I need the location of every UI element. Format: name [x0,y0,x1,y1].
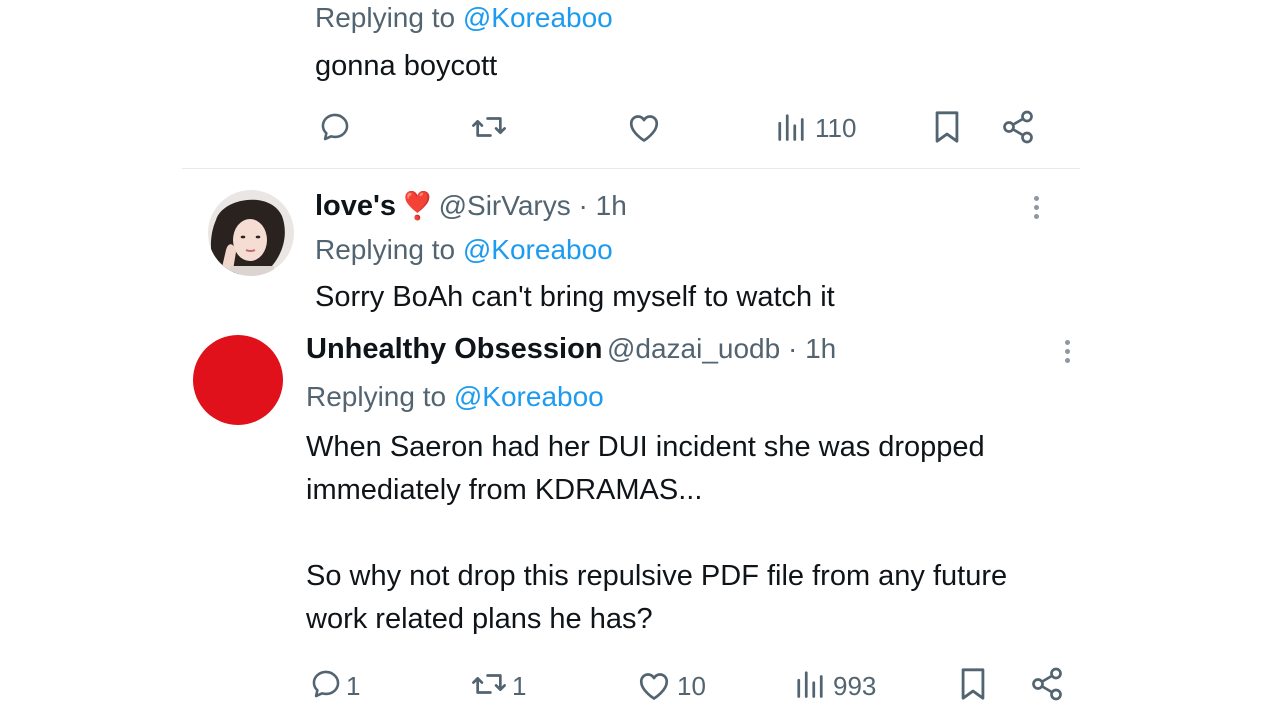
bookmark-icon[interactable] [958,667,988,701]
replying-to: Replying to @Koreaboo [315,2,613,33]
avatar[interactable] [193,335,283,425]
heart-emoji: ❣️ [400,191,435,221]
like-count: 10 [677,671,706,701]
views-icon[interactable] [795,669,825,699]
replying-to: Replying to @Koreaboo [315,234,613,265]
divider [182,168,1080,169]
display-name[interactable]: Unhealthy Obsession [306,333,603,365]
mention-link[interactable]: @Koreaboo [454,381,604,412]
timestamp[interactable]: · 1h [780,333,836,364]
avatar[interactable] [208,190,294,276]
reply-count: 1 [346,671,361,701]
repost-icon[interactable] [470,667,508,701]
tweet-header: Unhealthy Obsession @dazai_uodb · 1h [306,333,836,366]
views-icon[interactable] [776,112,806,142]
handle[interactable]: @dazai_uodb [607,333,780,364]
display-name[interactable]: love's [315,190,396,222]
tweet-text: gonna boycott [315,50,498,82]
share-icon[interactable] [1000,109,1036,145]
tweet-header: love's ❣️ @SirVarys · 1h [315,190,627,223]
heart-icon[interactable] [626,110,662,144]
more-icon[interactable] [1034,196,1040,223]
more-icon[interactable] [1065,340,1071,367]
bookmark-icon[interactable] [932,110,962,144]
mention-link[interactable]: @Koreaboo [463,2,613,33]
handle[interactable]: @SirVarys [439,190,571,221]
replying-to: Replying to @Koreaboo [306,381,604,412]
timestamp[interactable]: · 1h [571,190,627,221]
heart-icon[interactable] [636,668,672,702]
repost-icon[interactable] [470,110,508,144]
repost-count: 1 [512,671,527,701]
share-icon[interactable] [1029,666,1065,702]
reply-icon[interactable] [318,110,352,144]
tweet-text: When Saeron had her DUI incident she was… [306,431,1008,635]
tweet-text: Sorry BoAh can't bring myself to watch i… [315,281,835,313]
views-count: 110 [815,113,857,143]
reply-icon[interactable] [309,667,343,701]
mention-link[interactable]: @Koreaboo [463,234,613,265]
views-count: 993 [833,671,877,701]
